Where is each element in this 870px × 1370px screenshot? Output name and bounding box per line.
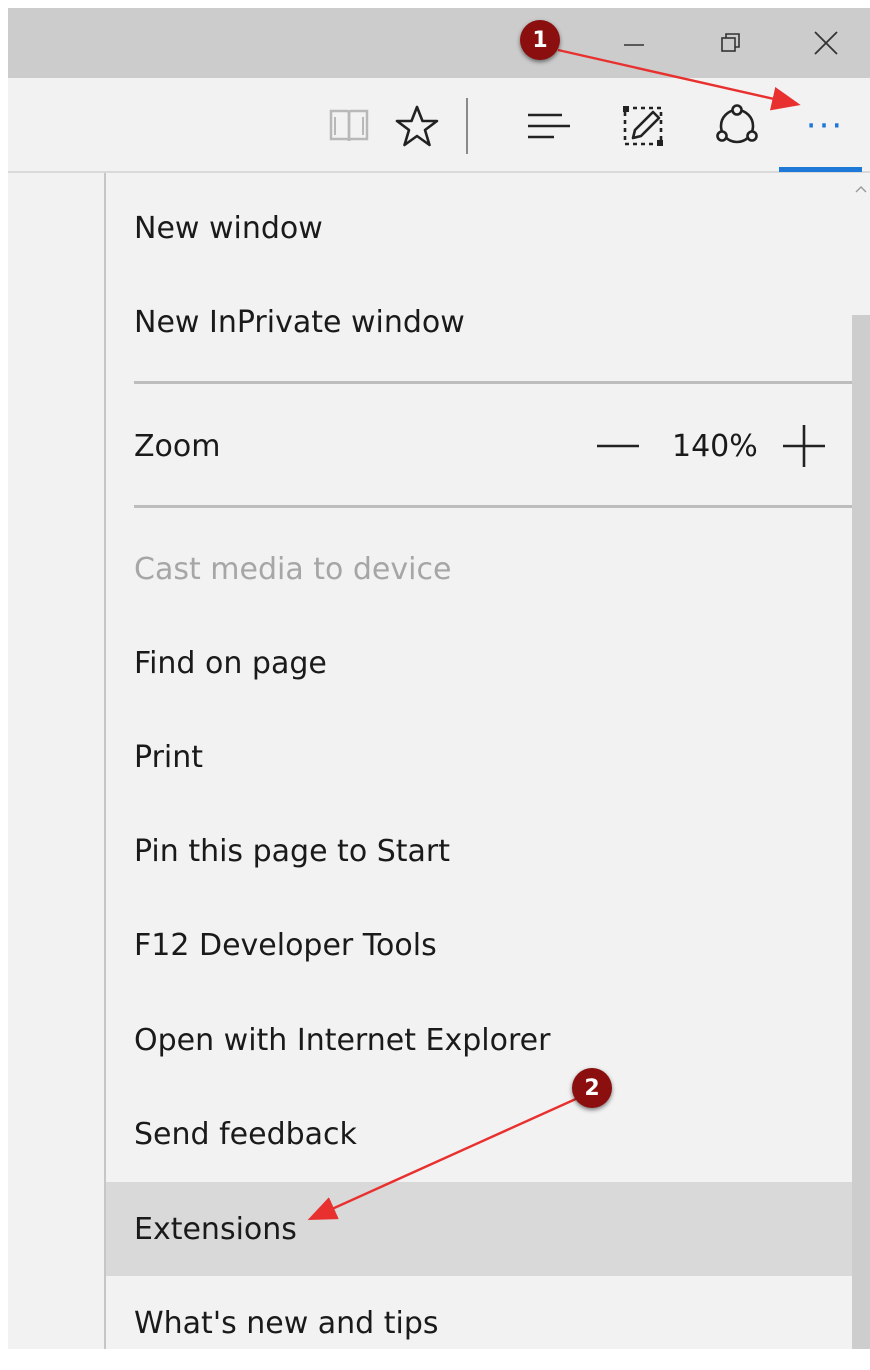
close-button[interactable]	[778, 8, 870, 78]
annotation-badge-2: 2	[572, 1068, 612, 1108]
menu-item-zoom: Zoom 140%	[106, 399, 852, 493]
menu-item-open-with-ie[interactable]: Open with Internet Explorer	[106, 993, 852, 1087]
hub-icon	[528, 113, 570, 138]
menu-divider	[134, 381, 852, 384]
restore-button[interactable]	[682, 8, 778, 78]
page-content	[8, 173, 104, 1349]
zoom-out-button[interactable]	[590, 418, 646, 474]
zoom-value: 140%	[672, 428, 758, 464]
menu-item-find-on-page[interactable]: Find on page	[106, 616, 852, 710]
menu-item-extensions[interactable]: Extensions	[106, 1182, 852, 1276]
restore-icon	[721, 33, 740, 52]
toolbar-separator	[466, 98, 468, 154]
menu-item-print[interactable]: Print	[106, 710, 852, 804]
more-actions-menu: New window New InPrivate window Zoom 140…	[104, 173, 870, 1349]
more-actions-icon: ···	[805, 105, 845, 146]
title-bar	[8, 8, 870, 78]
menu-item-pin-to-start[interactable]: Pin this page to Start	[106, 804, 852, 898]
menu-item-cast-media: Cast media to device	[134, 551, 452, 587]
menu-item-dev-tools[interactable]: F12 Developer Tools	[106, 898, 852, 992]
menu-item-new-inprivate-window[interactable]: New InPrivate window	[106, 275, 852, 369]
web-note-button[interactable]	[598, 78, 688, 173]
minimize-button[interactable]	[586, 8, 682, 78]
reading-view-icon	[329, 109, 369, 141]
web-note-icon	[623, 105, 663, 146]
favorites-star-icon	[395, 105, 439, 146]
menu-divider	[134, 505, 852, 508]
annotation-badge-1: 1	[520, 20, 560, 60]
close-icon	[814, 31, 838, 55]
zoom-label: Zoom	[134, 428, 221, 464]
scroll-up-button[interactable]	[852, 179, 870, 199]
zoom-in-button[interactable]	[776, 418, 832, 474]
more-actions-button[interactable]: ···	[780, 78, 870, 173]
minimize-icon	[624, 44, 644, 46]
favorites-button[interactable]	[372, 78, 462, 173]
more-actions-active-indicator	[779, 167, 862, 172]
scrollbar-thumb[interactable]	[852, 315, 870, 1349]
plus-icon	[783, 425, 825, 467]
menu-item-whats-new[interactable]: What's new and tips	[106, 1276, 852, 1370]
chevron-up-icon	[855, 186, 867, 193]
browser-toolbar: ···	[8, 78, 870, 173]
hub-button[interactable]	[504, 78, 594, 173]
menu-item-send-feedback[interactable]: Send feedback	[106, 1087, 852, 1181]
share-button[interactable]	[692, 78, 782, 173]
minus-icon	[597, 444, 639, 448]
menu-item-new-window[interactable]: New window	[106, 181, 852, 275]
share-icon	[716, 103, 758, 143]
